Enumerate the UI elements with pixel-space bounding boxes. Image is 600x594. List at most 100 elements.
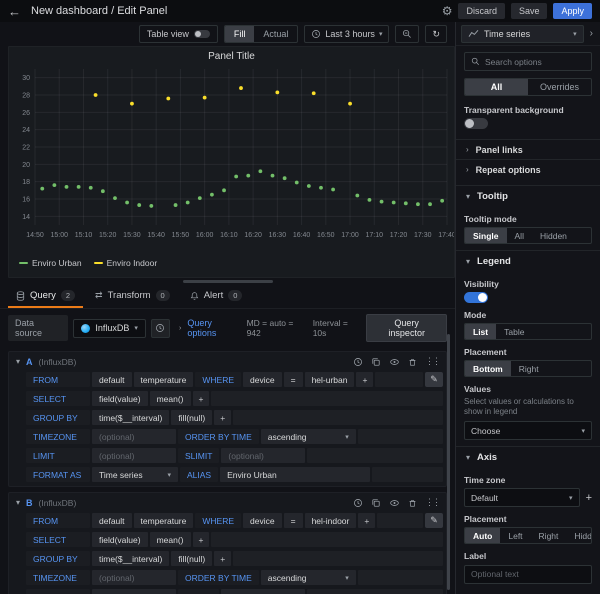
axis-placement-right[interactable]: Right — [531, 528, 567, 543]
alias-input[interactable] — [220, 467, 370, 482]
table-view-toggle[interactable] — [194, 30, 210, 38]
where-keyword[interactable]: WHERE — [195, 513, 241, 528]
retention-policy[interactable]: default — [92, 513, 132, 528]
select-keyword[interactable]: SELECT — [26, 391, 90, 406]
legend-values-select[interactable]: Choose ▾ — [464, 421, 592, 440]
axis-placement-left[interactable]: Left — [500, 528, 530, 543]
axis-timezone-select[interactable]: Default ▾ — [464, 488, 580, 507]
axis-placement-hidden[interactable]: Hidden — [566, 528, 592, 543]
actual-button[interactable]: Actual — [254, 26, 297, 42]
legend-item[interactable]: Enviro Indoor — [94, 258, 158, 268]
tab-alert[interactable]: Alert 0 — [182, 286, 251, 308]
tab-all[interactable]: All — [465, 79, 528, 95]
drag-handle-icon[interactable]: ⋮⋮ — [425, 356, 439, 367]
repeat-options-section[interactable]: › Repeat options — [456, 159, 600, 179]
back-arrow-icon[interactable]: ← — [8, 4, 21, 19]
discard-button[interactable]: Discard — [458, 3, 505, 19]
legend-placement-right[interactable]: Right — [511, 361, 547, 376]
legend-placement-bottom[interactable]: Bottom — [465, 361, 511, 376]
disable-query-icon[interactable] — [389, 357, 400, 367]
transparent-bg-toggle[interactable] — [464, 118, 488, 129]
legend-item[interactable]: Enviro Urban — [19, 258, 82, 268]
where-value[interactable]: hel-urban — [305, 372, 355, 387]
timezone-input[interactable] — [92, 429, 176, 444]
collapse-icon[interactable]: ▾ — [16, 498, 20, 507]
query-inspector-button[interactable]: Query inspector — [366, 314, 447, 342]
select-field[interactable]: field(value) — [92, 532, 148, 547]
tooltip-mode-all[interactable]: All — [507, 228, 532, 243]
legend-mode-list[interactable]: List — [465, 324, 496, 339]
slimit-input[interactable] — [221, 589, 305, 594]
datasource-help-button[interactable] — [151, 319, 170, 338]
where-keyword[interactable]: WHERE — [195, 372, 241, 387]
tab-query[interactable]: Query 2 — [8, 286, 83, 308]
gear-icon[interactable]: ⚙ — [442, 5, 453, 17]
chart[interactable]: 14161820222426283014:5015:0015:1015:2015… — [9, 63, 454, 251]
time-range-picker[interactable]: Last 3 hours ▾ — [304, 25, 389, 43]
fill-button[interactable]: Fill — [225, 26, 255, 42]
orderby-select[interactable]: ascending ▾ — [261, 429, 356, 444]
query-history-icon[interactable] — [353, 498, 363, 508]
where-key[interactable]: device — [243, 513, 282, 528]
add-timezone-icon[interactable]: + — [586, 492, 592, 504]
axis-label-input[interactable] — [464, 565, 592, 584]
where-operator[interactable]: = — [284, 372, 303, 387]
disable-query-icon[interactable] — [389, 498, 400, 508]
drag-handle-icon[interactable]: ⋮⋮ — [425, 497, 439, 508]
query-header[interactable]: ▾ A (InfluxDB) ⋮⋮ — [12, 354, 443, 369]
duplicate-query-icon[interactable] — [371, 357, 381, 367]
add-groupby-icon[interactable]: + — [214, 551, 231, 566]
select-function[interactable]: mean() — [150, 391, 191, 406]
select-field[interactable]: field(value) — [92, 391, 148, 406]
datasource-picker[interactable]: InfluxDB ▾ — [73, 319, 146, 338]
select-keyword[interactable]: SELECT — [26, 532, 90, 547]
duplicate-query-icon[interactable] — [371, 498, 381, 508]
add-select-icon[interactable]: + — [193, 391, 210, 406]
panel-links-section[interactable]: › Panel links — [456, 139, 600, 159]
add-condition-icon[interactable]: + — [358, 513, 375, 528]
collapse-icon[interactable]: ▾ — [16, 357, 20, 366]
edit-query-pencil-icon[interactable]: ✎ — [425, 372, 443, 387]
limit-input[interactable] — [92, 589, 176, 594]
query-scrollbar[interactable] — [447, 334, 450, 590]
visualization-picker[interactable]: Time series ▾ — [461, 25, 584, 43]
axis-placement-auto[interactable]: Auto — [465, 528, 500, 543]
delete-query-icon[interactable] — [408, 357, 417, 367]
measurement[interactable]: temperature — [134, 513, 194, 528]
legend-section-header[interactable]: ▾ Legend — [456, 250, 600, 272]
legend-mode-table[interactable]: Table — [496, 324, 532, 339]
options-search-input[interactable] — [485, 57, 585, 67]
query-header[interactable]: ▾ B (InfluxDB) ⋮⋮ — [12, 495, 443, 510]
limit-input[interactable] — [92, 448, 176, 463]
panel-resize-handle[interactable] — [183, 280, 273, 283]
query-history-icon[interactable] — [353, 357, 363, 367]
add-condition-icon[interactable]: + — [356, 372, 373, 387]
apply-button[interactable]: Apply — [553, 3, 592, 19]
format-select[interactable]: Time series ▾ — [92, 467, 178, 482]
add-groupby-icon[interactable]: + — [214, 410, 231, 425]
from-keyword[interactable]: FROM — [26, 513, 90, 528]
tab-transform[interactable]: ⇄ Transform 0 — [87, 286, 178, 308]
groupby-keyword[interactable]: GROUP BY — [26, 410, 90, 425]
groupby-fill[interactable]: fill(null) — [171, 551, 212, 566]
axis-section-header[interactable]: ▾ Axis — [456, 446, 600, 468]
add-select-icon[interactable]: + — [193, 532, 210, 547]
collapse-sidebar-icon[interactable]: › — [588, 28, 595, 39]
where-key[interactable]: device — [243, 372, 282, 387]
timezone-input[interactable] — [92, 570, 176, 585]
where-operator[interactable]: = — [284, 513, 303, 528]
retention-policy[interactable]: default — [92, 372, 132, 387]
slimit-input[interactable] — [221, 448, 305, 463]
tooltip-mode-hidden[interactable]: Hidden — [532, 228, 575, 243]
groupby-time[interactable]: time($__interval) — [92, 551, 169, 566]
select-function[interactable]: mean() — [150, 532, 191, 547]
legend-visibility-toggle[interactable] — [464, 292, 488, 303]
where-value[interactable]: hel-indoor — [305, 513, 357, 528]
groupby-keyword[interactable]: GROUP BY — [26, 551, 90, 566]
options-search[interactable] — [464, 52, 592, 71]
tab-overrides[interactable]: Overrides — [528, 79, 591, 95]
orderby-select[interactable]: ascending ▾ — [261, 570, 356, 585]
tooltip-section-header[interactable]: ▾ Tooltip — [456, 185, 600, 207]
zoom-out-button[interactable] — [395, 25, 419, 43]
refresh-button[interactable]: ↻ — [425, 25, 447, 43]
